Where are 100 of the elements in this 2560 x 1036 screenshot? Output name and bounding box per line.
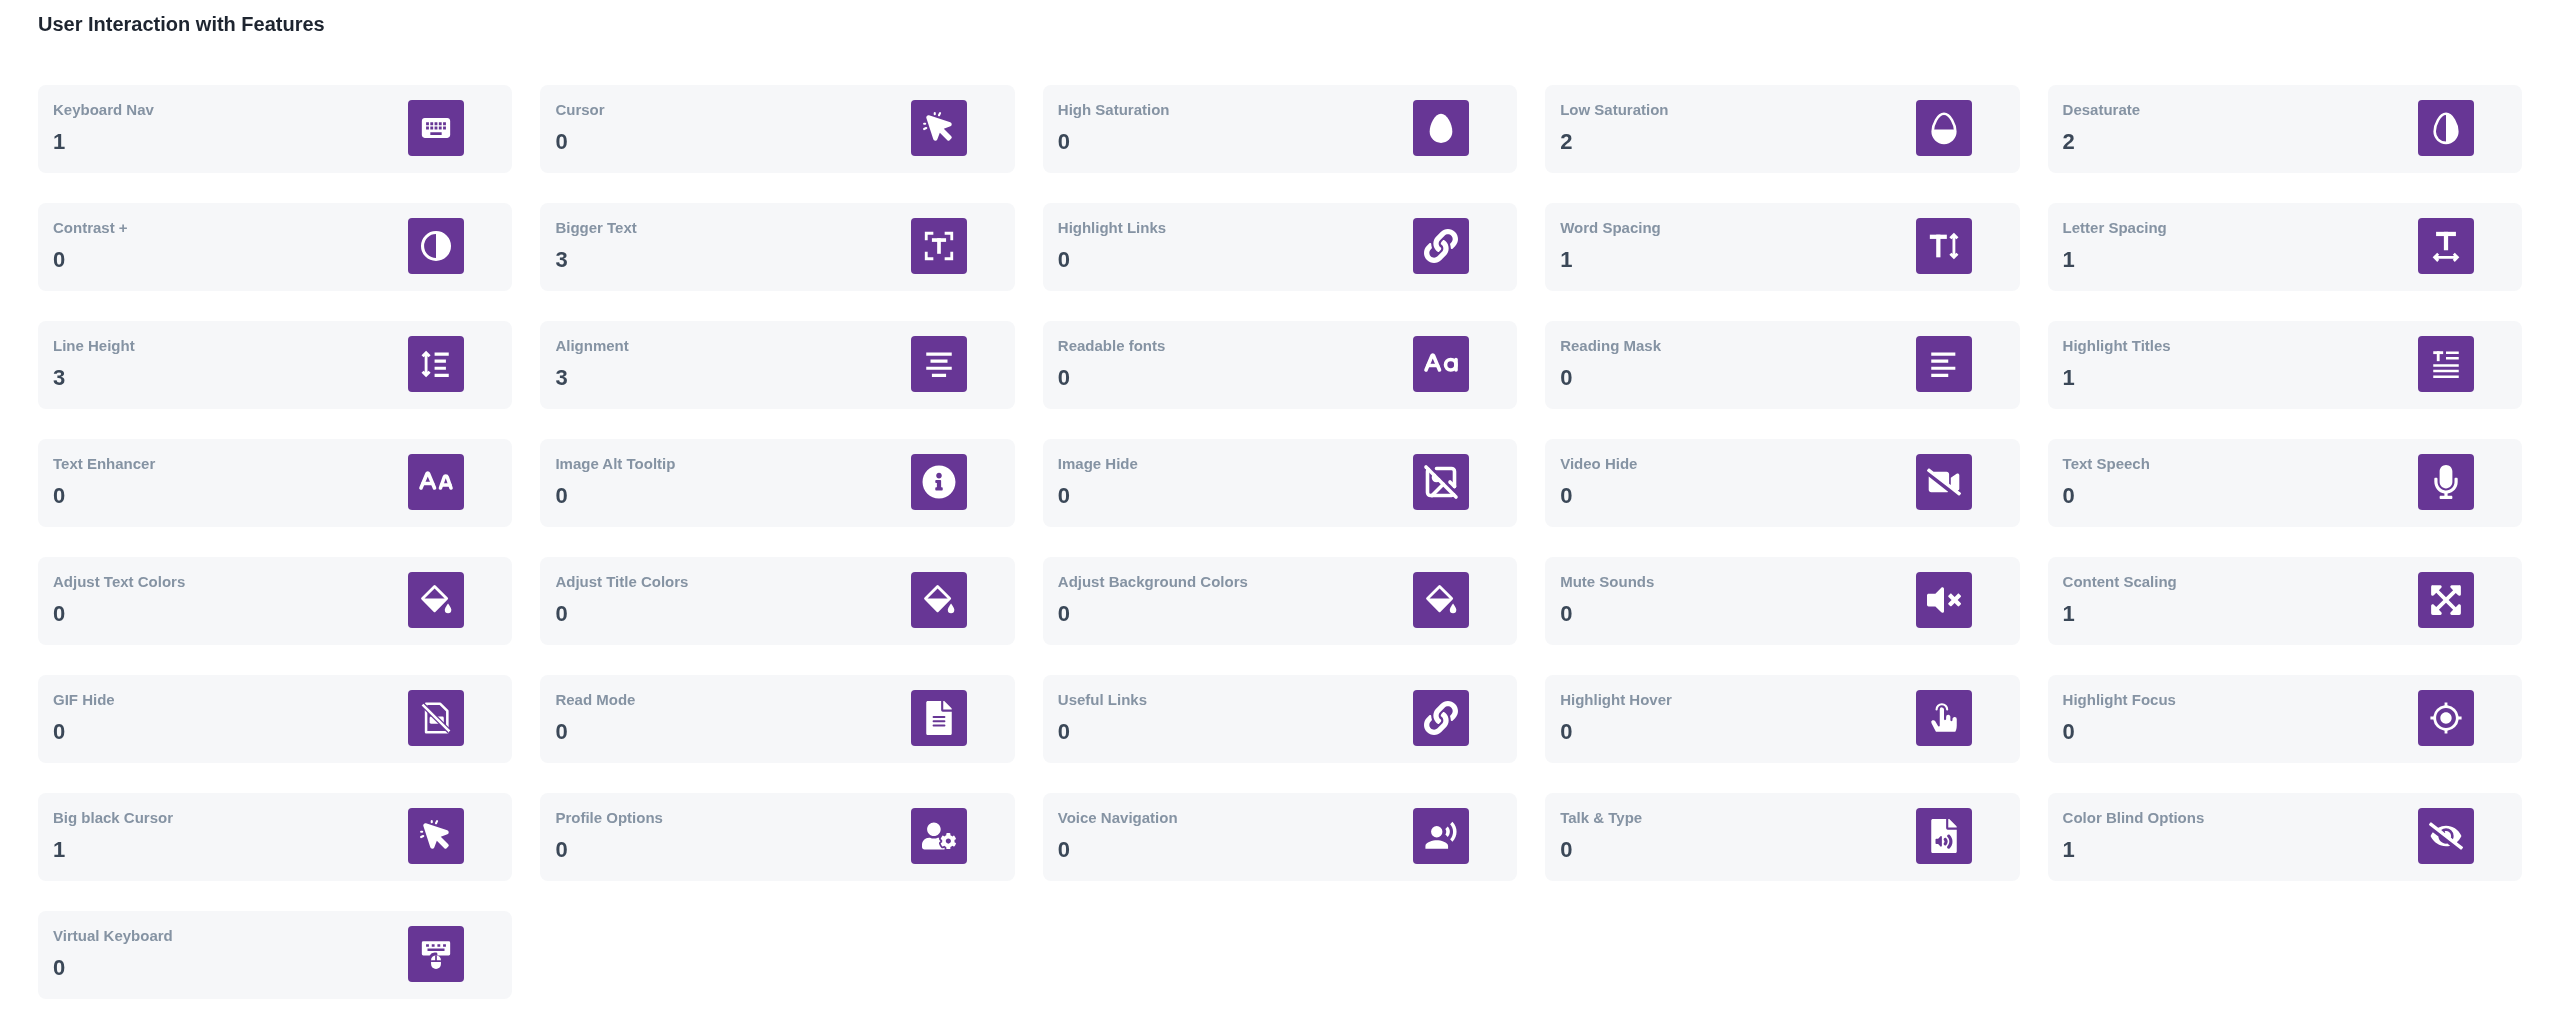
feature-label: Image Hide [1057,454,1138,474]
align-left-icon [1915,336,1972,392]
drop-icon [1413,100,1470,156]
hand-tap-icon [1915,690,1972,746]
user-settings-icon [910,808,967,864]
feature-label: Video Hide [1560,454,1638,474]
feature-count: 0 [555,718,569,746]
feature-label: Letter Spacing [2062,218,2167,238]
feature-label: Voice Navigation [1057,808,1178,828]
document-icon [910,690,967,746]
image-off-icon [1413,454,1470,510]
align-center-icon [910,336,967,392]
feature-count: 0 [1057,246,1072,274]
half-filled-drop-icon [1915,100,1972,156]
keyboard-icon [408,100,465,156]
feature-count: 3 [555,246,569,274]
feature-count: 2 [1560,128,1574,156]
microphone-icon [2418,454,2474,510]
feature-label: Text Speech [2062,454,2150,474]
feature-label: Virtual Keyboard [53,926,173,946]
font-size-icon [408,454,465,510]
line-height-icon [408,336,465,392]
section-title: User Interaction with Features [38,12,325,36]
feature-count: 0 [555,128,569,156]
feature-count: 0 [1057,364,1072,392]
feature-count: 1 [2062,246,2076,274]
cursor-click-icon [910,100,967,156]
feature-count: 1 [53,128,67,156]
feature-label: Highlight Focus [2062,690,2176,710]
feature-count: 0 [1057,836,1072,864]
feature-count: 1 [2062,836,2076,864]
feature-label: Alignment [555,336,629,356]
feature-count: 0 [1057,600,1072,628]
feature-label: Low Saturation [1560,100,1669,120]
keyboard-mouse-icon [408,926,465,982]
feature-count: 0 [1560,364,1574,392]
feature-count: 0 [555,600,569,628]
feature-label: GIF Hide [53,690,115,710]
feature-label: Useful Links [1057,690,1147,710]
file-audio-icon [1915,808,1972,864]
feature-count: 3 [53,364,67,392]
info-icon [910,454,967,510]
feature-label: Word Spacing [1560,218,1661,238]
file-off-icon [408,690,465,746]
feature-count: 0 [1560,718,1574,746]
feature-count: 0 [1560,836,1574,864]
feature-count: 0 [2062,718,2076,746]
paint-bucket-icon [1413,572,1470,628]
text-height-icon [1915,218,1972,274]
text-size-icon [910,218,967,274]
feature-label: High Saturation [1057,100,1170,120]
feature-label: Highlight Links [1057,218,1167,238]
feature-count: 0 [1057,482,1072,510]
feature-count: 0 [1057,718,1072,746]
feature-count: 0 [53,482,67,510]
mute-icon [1915,572,1972,628]
feature-count: 1 [2062,364,2076,392]
feature-label: Readable fonts [1057,336,1166,356]
feature-count: 0 [2062,482,2076,510]
crosshair-icon [2418,690,2474,746]
feature-label: Content Scaling [2062,572,2177,592]
feature-label: Line Height [53,336,135,356]
feature-label: Color Blind Options [2062,808,2205,828]
feature-count: 0 [53,246,67,274]
feature-label: Text Enhancer [53,454,156,474]
heading-icon [2418,336,2474,392]
feature-count: 0 [53,718,67,746]
feature-label: Adjust Background Colors [1057,572,1248,592]
paint-bucket-icon [910,572,967,628]
feature-label: Reading Mask [1560,336,1662,356]
feature-label: Keyboard Nav [53,100,154,120]
feature-count: 1 [2062,600,2076,628]
paint-bucket-icon [408,572,465,628]
feature-label: Profile Options [555,808,663,828]
half-filled-drop-icon [2418,100,2474,156]
video-off-icon [1915,454,1972,510]
link-icon [1413,690,1470,746]
feature-label: Adjust Text Colors [53,572,186,592]
feature-label: Read Mode [555,690,636,710]
feature-count: 1 [53,836,67,864]
feature-label: Talk & Type [1560,808,1643,828]
speaking-head-icon [1413,808,1470,864]
font-case-icon [1413,336,1470,392]
eye-off-icon [2418,808,2474,864]
text-width-icon [2418,218,2474,274]
feature-count: 1 [1560,246,1574,274]
feature-count: 0 [53,954,67,982]
feature-label: Bigger Text [555,218,637,238]
contrast-icon [408,218,465,274]
feature-count: 0 [555,836,569,864]
feature-count: 0 [555,482,569,510]
feature-label: Cursor [555,100,605,120]
feature-label: Highlight Hover [1560,690,1672,710]
feature-count: 2 [2062,128,2076,156]
feature-label: Adjust Title Colors [555,572,689,592]
feature-count: 0 [1560,482,1574,510]
feature-count: 3 [555,364,569,392]
expand-icon [2418,572,2474,628]
feature-count: 0 [1057,128,1072,156]
feature-count: 0 [1560,600,1574,628]
